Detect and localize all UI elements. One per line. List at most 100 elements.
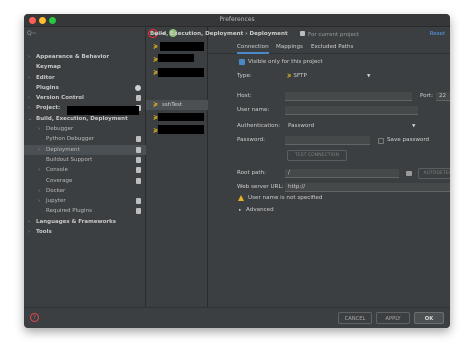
visible-only-label: Visible only for this project [248, 59, 323, 65]
project-scope-icon [136, 198, 141, 205]
project-scope-icon [136, 136, 141, 143]
username-label: User name: [237, 107, 270, 113]
visible-only-checkbox[interactable] [239, 59, 245, 65]
server-name: sshTest [162, 102, 183, 108]
web-server-url-label: Web server URL: [237, 184, 284, 190]
password-label: Password: [237, 137, 266, 143]
port-input[interactable]: 22 [436, 92, 450, 101]
chevron-right-icon[interactable]: › [38, 186, 40, 196]
host-input[interactable] [285, 92, 412, 101]
settings-search-input[interactable]: Q~ [27, 30, 143, 40]
cancel-button[interactable]: CANCEL [338, 312, 372, 324]
settings-tree-item[interactable]: › Languages & Frameworks [24, 217, 146, 227]
project-scope-icon [300, 31, 305, 36]
authentication-value: Password [288, 123, 315, 129]
save-password-checkbox[interactable] [378, 138, 384, 144]
settings-tree-item[interactable]: › Tools [24, 227, 146, 237]
reset-link[interactable]: Reset [430, 31, 445, 37]
settings-tree-item-label: Required Plugins [46, 208, 92, 215]
web-server-url-input[interactable]: http:// [285, 183, 450, 192]
help-button[interactable]: ? [30, 313, 39, 322]
settings-tree-item-label: Plugins [36, 84, 59, 91]
password-input[interactable] [285, 136, 370, 145]
settings-tree-item[interactable]: › Docker [24, 186, 146, 196]
advanced-section-toggle[interactable]: ▸ Advanced [239, 207, 274, 213]
settings-tree-item-label: Console [46, 167, 68, 174]
settings-tree-item[interactable]: Coverage [24, 176, 146, 186]
server-list-item[interactable]: ≽ sshTest [146, 100, 208, 110]
preferences-window: Preferences Q~ › Appearance & Behavior Key… [24, 14, 450, 328]
chevron-right-icon[interactable]: › [28, 73, 30, 83]
chevron-right-icon[interactable]: › [28, 227, 30, 237]
settings-tree-item[interactable]: Python Debugger [24, 134, 146, 144]
settings-tree-item[interactable]: › Editor [24, 73, 146, 83]
autodetect-button[interactable]: AUTODETECT [418, 168, 450, 179]
window-title: Preferences [219, 16, 255, 23]
port-label: Port: [420, 93, 433, 99]
host-label: Host: [237, 93, 252, 99]
settings-tree-item[interactable]: › Deployment [24, 144, 146, 155]
chevron-right-icon[interactable]: › [38, 145, 40, 155]
settings-tree-item[interactable]: Plugins [24, 83, 146, 93]
root-path-input[interactable]: / [285, 169, 399, 178]
settings-tree-item[interactable]: › Jupyter [24, 196, 146, 206]
content-header: Build, Execution, Deployment › Deploymen… [150, 27, 450, 41]
tab-excluded-paths[interactable]: Excluded Paths [311, 44, 353, 50]
tab-mappings[interactable]: Mappings [276, 44, 303, 50]
deployment-settings-pane: Build, Execution, Deployment › Deploymen… [150, 27, 450, 307]
project-scope-label: For current project [300, 31, 359, 38]
project-scope-icon [136, 156, 141, 163]
ok-button[interactable]: OK [414, 312, 444, 324]
settings-tree-item[interactable]: Required Plugins [24, 206, 146, 216]
test-connection-button[interactable]: TEST CONNECTION [287, 150, 347, 161]
warning-message: User name is not specified [248, 195, 323, 201]
settings-tree-item-label: Editor [36, 74, 55, 81]
settings-tree-item-label: Languages & Frameworks [36, 218, 117, 225]
settings-tree-item-label: Debugger [46, 126, 74, 133]
settings-tree-pane: Q~ › Appearance & Behavior Keymap › Editor Pl… [24, 27, 146, 307]
folder-icon[interactable] [406, 171, 412, 176]
settings-tree-item[interactable]: Keymap [24, 62, 146, 72]
project-scope-icon [136, 146, 141, 153]
chevron-right-icon[interactable]: › [38, 165, 40, 175]
settings-tree-item[interactable]: › Appearance & Behavior [24, 52, 146, 62]
project-scope-icon [136, 95, 141, 102]
settings-tree-item-label: Deployment [46, 146, 80, 153]
authentication-dropdown[interactable]: Password ▼ [288, 123, 420, 131]
chevron-right-icon[interactable]: › [28, 93, 30, 103]
settings-tree-item[interactable]: ⌄ Build, Execution, Deployment [24, 114, 146, 124]
apply-button[interactable]: APPLY [376, 312, 410, 324]
username-input[interactable] [285, 106, 418, 115]
chevron-right-icon[interactable]: › [28, 103, 30, 113]
warning-icon [238, 195, 244, 201]
breadcrumb: Build, Execution, Deployment › Deploymen… [150, 31, 288, 37]
tab-connection[interactable]: Connection [237, 44, 269, 54]
dialog-button-bar: ? CANCEL APPLY OK [24, 307, 450, 328]
settings-tree-item[interactable]: › Version Control [24, 93, 146, 103]
settings-tree-item-label: Keymap [36, 64, 61, 71]
settings-tree-item-label: Version Control [36, 95, 84, 102]
type-label: Type: [237, 73, 252, 79]
update-badge-icon [135, 84, 141, 91]
chevron-down-icon[interactable]: ⌄ [28, 114, 32, 124]
root-path-label: Root path: [237, 170, 267, 176]
chevron-right-icon[interactable]: › [28, 52, 30, 62]
settings-tree-item[interactable]: › Debugger [24, 124, 146, 134]
redacted-project-name [67, 106, 139, 115]
redacted-server-name [158, 125, 204, 134]
chevron-right-icon[interactable]: › [38, 124, 40, 134]
settings-tree: › Appearance & Behavior Keymap › Editor Plugi… [24, 52, 146, 237]
chevron-right-icon[interactable]: › [38, 196, 40, 206]
server-list-pane: + ≽ ≽ ≽ ≽ sshTest ≽ ≽ [146, 27, 208, 307]
chevron-right-icon[interactable]: › [28, 217, 30, 227]
project-scope-text: For current project [308, 32, 360, 38]
chevron-down-icon: ▼ [412, 124, 416, 129]
settings-tree-item-label: Jupyter [46, 198, 66, 205]
settings-tree-item[interactable]: Buildout Support [24, 155, 146, 165]
settings-tree-item[interactable]: › Console [24, 165, 146, 175]
authentication-label: Authentication: [237, 123, 280, 129]
redacted-server-name [160, 42, 204, 51]
type-value: SFTP [293, 73, 307, 79]
type-dropdown[interactable]: ≽ SFTP ▼ [287, 73, 373, 81]
sftp-icon: ≽ [153, 43, 159, 50]
